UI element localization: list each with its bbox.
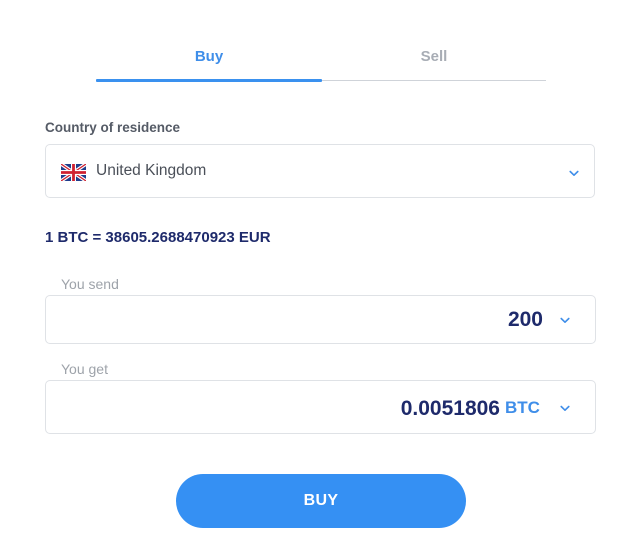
buy-sell-tabs: Buy Sell [96, 40, 546, 82]
send-amount-field[interactable]: 200 [45, 295, 596, 344]
active-tab-indicator [96, 79, 322, 82]
chevron-down-icon [560, 405, 570, 411]
send-label: You send [61, 276, 119, 292]
get-label: You get [61, 361, 108, 377]
tab-sell[interactable]: Sell [322, 40, 546, 80]
get-amount-value[interactable]: 0.0051806 [401, 397, 500, 421]
buy-sell-widget: Buy Sell Country of residence United Kin… [0, 0, 636, 559]
get-currency-select[interactable]: BTC [505, 381, 577, 433]
get-amount-field[interactable]: 0.0051806 BTC [45, 380, 596, 434]
send-currency-select[interactable] [547, 296, 577, 343]
tab-buy[interactable]: Buy [96, 40, 322, 80]
buy-button[interactable]: BUY [176, 474, 466, 528]
exchange-rate: 1 BTC = 38605.2688470923 EUR [45, 229, 271, 246]
chevron-down-icon [569, 170, 579, 176]
get-currency-code: BTC [505, 398, 540, 417]
uk-flag-icon [61, 164, 86, 181]
country-label: Country of residence [45, 120, 181, 135]
send-amount-value[interactable]: 200 [508, 308, 543, 332]
country-value: United Kingdom [96, 162, 207, 179]
country-select[interactable]: United Kingdom [45, 144, 595, 198]
chevron-down-icon [560, 317, 570, 323]
